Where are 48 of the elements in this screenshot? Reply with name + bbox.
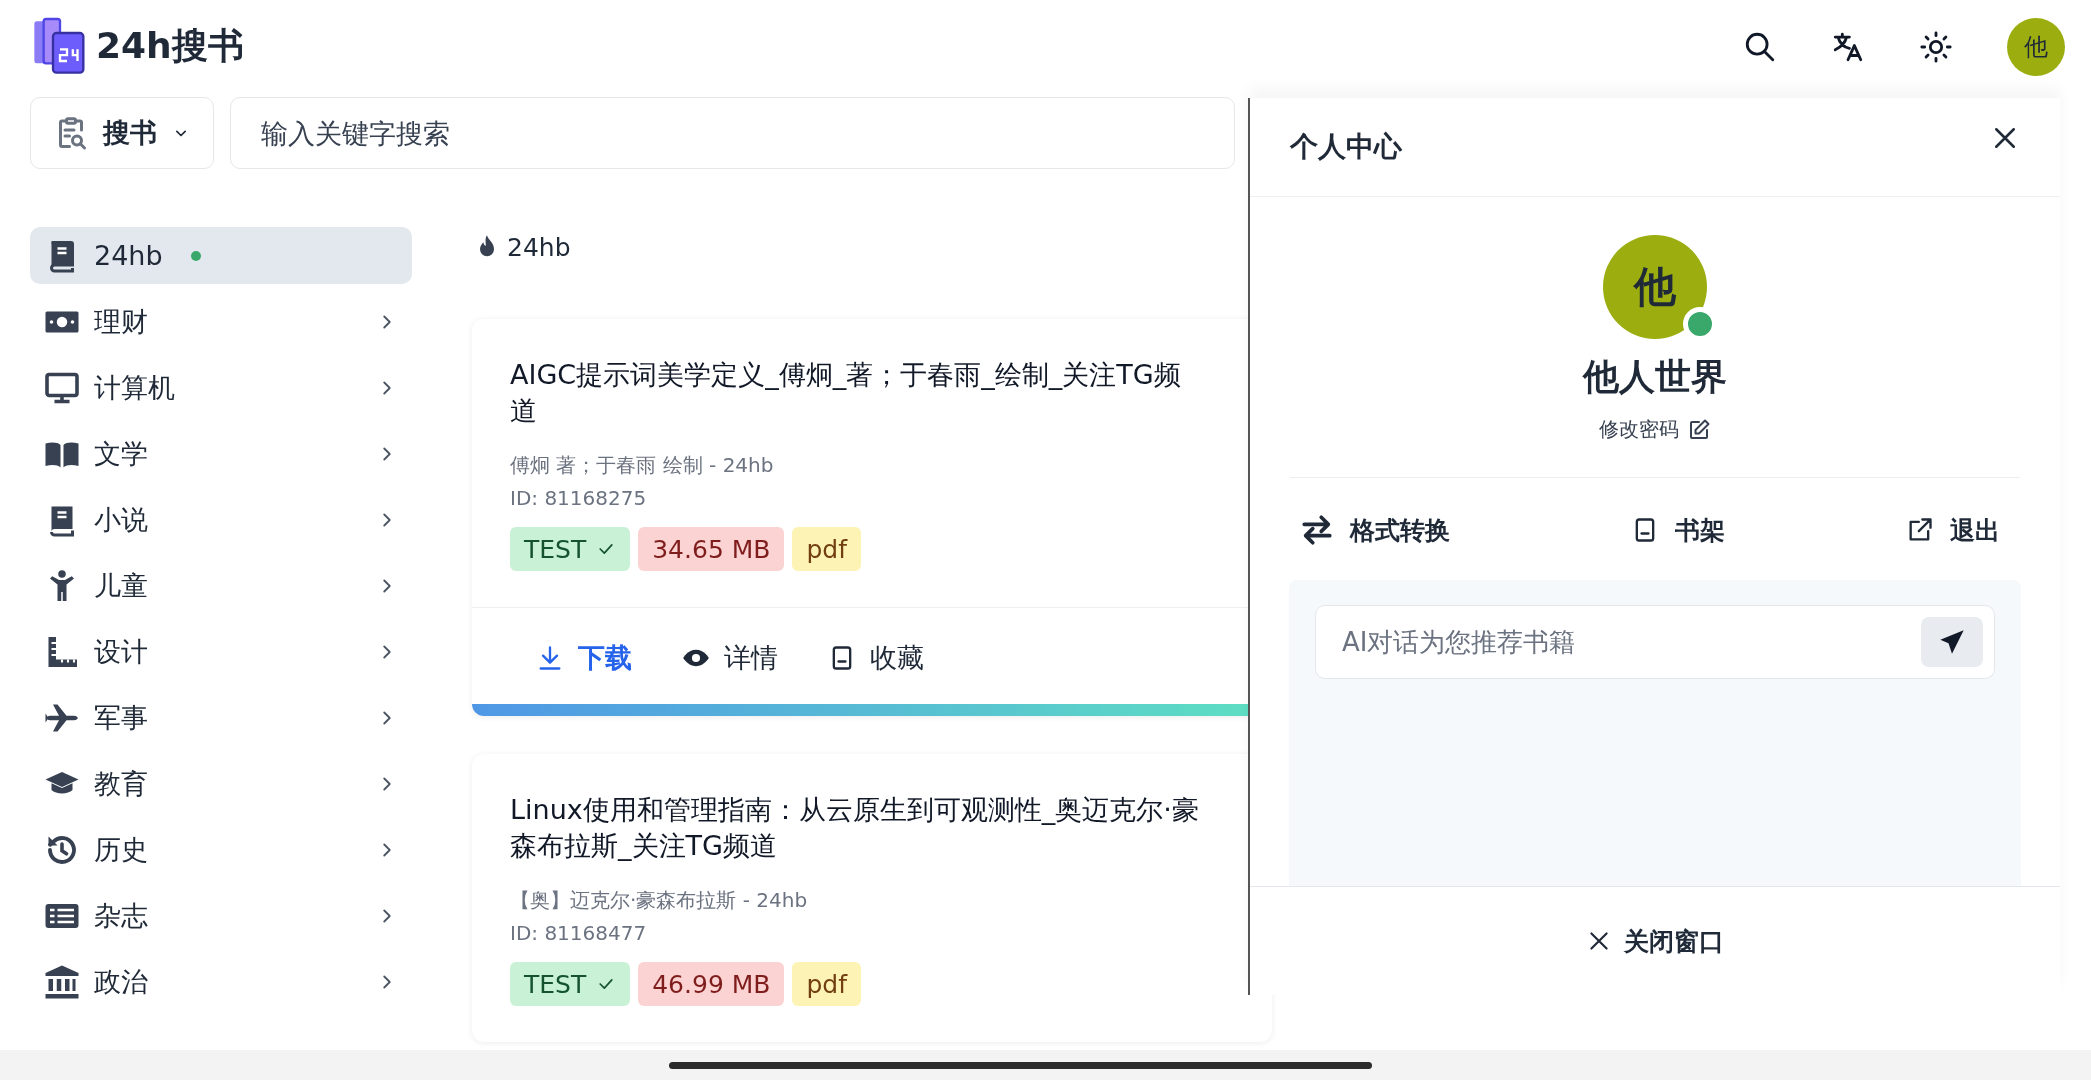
- author-line: 【奥】迈克尔·豪森布拉斯 - 24hb: [510, 887, 809, 914]
- sidebar-item[interactable]: 小说: [30, 491, 412, 548]
- send-button[interactable]: [1921, 617, 1983, 667]
- user-name: 他人世界: [1583, 355, 1727, 399]
- chat-input[interactable]: AI对话为您推荐书籍: [1315, 605, 1995, 679]
- sidebar-item[interactable]: 设计: [30, 623, 412, 680]
- book-id: ID: 81168477: [510, 920, 648, 947]
- book-id: ID: 81168275: [510, 485, 648, 512]
- sidebar-item[interactable]: 历史: [30, 821, 412, 878]
- status-tag: TEST: [510, 527, 631, 571]
- sidebar-item[interactable]: 文学: [30, 425, 412, 482]
- bookmark-button[interactable]: 收藏: [828, 634, 924, 682]
- sun-icon[interactable]: [1919, 29, 1953, 64]
- sidebar-item[interactable]: 24hb: [30, 227, 412, 284]
- sidebar-item[interactable]: 军事: [30, 689, 412, 746]
- user-avatar: 他: [1603, 235, 1707, 339]
- sidebar-item[interactable]: 计算机: [30, 359, 412, 416]
- download-button[interactable]: 下载: [536, 634, 632, 682]
- sidebar-item[interactable]: 杂志: [30, 887, 412, 944]
- shelf-button[interactable]: 书架: [1631, 506, 1725, 554]
- sidebar-item[interactable]: 政治: [30, 953, 412, 1010]
- status-tag: TEST: [510, 962, 631, 1006]
- search-field[interactable]: 输入关键字搜索: [230, 97, 1235, 169]
- edit-icon: [1687, 417, 1711, 442]
- logo-text[interactable]: 24h搜书: [96, 22, 244, 71]
- format-tag: pdf: [792, 962, 861, 1006]
- convert-button[interactable]: 格式转换: [1300, 506, 1450, 554]
- user-avatar[interactable]: 他: [2007, 17, 2065, 76]
- close-window-button[interactable]: 关闭窗口: [1586, 924, 1724, 958]
- size-tag: 34.65 MB: [638, 527, 785, 571]
- sidebar-item[interactable]: 教育: [30, 755, 412, 812]
- bank-icon: [44, 963, 80, 1000]
- home-indicator[interactable]: [669, 1061, 1372, 1069]
- sidebar-item[interactable]: 理财: [30, 293, 412, 350]
- format-tag: pdf: [792, 527, 861, 571]
- details-button[interactable]: 详情: [682, 634, 778, 682]
- sidebar-item[interactable]: 儿童: [30, 557, 412, 614]
- change-password-link[interactable]: 修改密码: [1599, 416, 1711, 443]
- size-tag: 46.99 MB: [638, 962, 785, 1006]
- author-line: 傅炯 著；于春雨 绘制 - 24hb: [510, 452, 775, 479]
- logout-button[interactable]: 退出: [1906, 506, 2000, 554]
- search-scope-dropdown[interactable]: 搜书: [30, 97, 214, 169]
- paper-plane-icon: [1938, 628, 1966, 656]
- book-title[interactable]: Linux使用和管理指南：从云原生到可观测性_奥迈克尔·豪森布拉斯_关注TG频道: [510, 792, 1200, 864]
- swap-arrows-icon: [1300, 513, 1334, 547]
- section-title: 24hb: [507, 232, 571, 262]
- book-title[interactable]: AIGC提示词美学定义_傅炯_著；于春雨_绘制_关注TG频道: [510, 357, 1200, 429]
- panel-title: 个人中心: [1290, 129, 1402, 165]
